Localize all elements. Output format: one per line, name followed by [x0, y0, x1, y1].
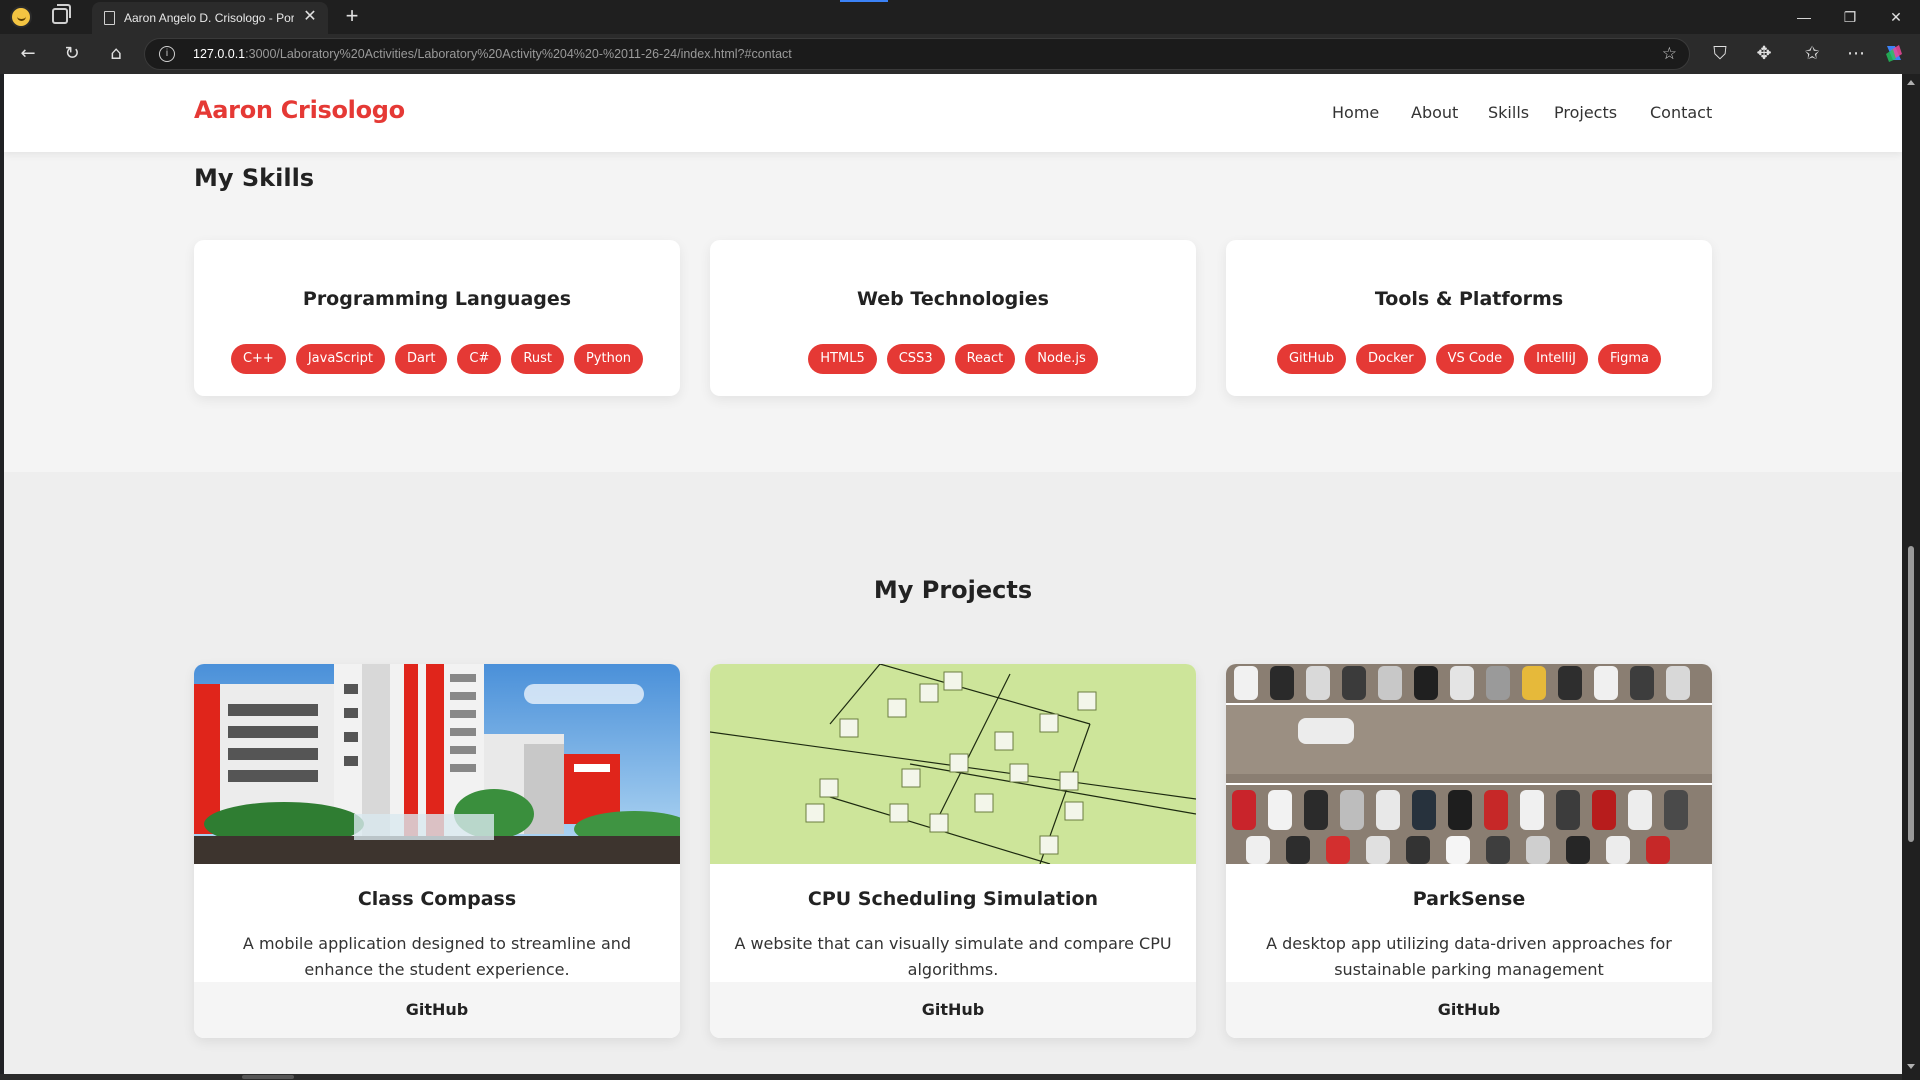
skills-heading: My Skills	[194, 164, 315, 192]
scroll-down-icon[interactable]	[1907, 1064, 1915, 1069]
restore-button[interactable]: ❐	[1834, 4, 1866, 30]
skill-card-title: Tools & Platforms	[1374, 288, 1564, 310]
skill-tag: JavaScript	[295, 344, 385, 374]
project-card-parksense: ParkSense A desktop app utilizing data-d…	[1226, 664, 1712, 1038]
info-icon[interactable]: i	[159, 46, 175, 62]
tab-title: Aaron Angelo D. Crisologo - Portfolio	[124, 11, 294, 25]
project-image-network	[710, 664, 1196, 864]
skill-tags: GitHub Docker VS Code IntelliJ Figma	[1226, 344, 1712, 374]
project-title: ParkSense	[1412, 888, 1526, 910]
minimize-button[interactable]: —	[1788, 4, 1820, 30]
skill-tag: IntelliJ	[1524, 344, 1588, 374]
url-text[interactable]: 127.0.0.1:3000/Laboratory%20Activities/L…	[193, 47, 792, 61]
tab-indicator	[840, 0, 888, 2]
browser-toolbar: ← ↻ ⌂ i 127.0.0.1:3000/Laboratory%20Acti…	[0, 34, 1920, 74]
browser-tab-bar: Aaron Angelo D. Crisologo - Portfolio ✕ …	[0, 0, 1920, 34]
skill-tag: Node.js	[1025, 344, 1098, 374]
skill-tag: Dart	[395, 344, 448, 374]
home-icon[interactable]: ⌂	[104, 42, 128, 66]
shield-icon[interactable]: ⛉	[1708, 42, 1732, 66]
skill-tag: CSS3	[886, 344, 945, 374]
skill-tag: React	[954, 344, 1016, 374]
extensions-icon[interactable]: ✥	[1752, 42, 1776, 66]
project-github-link[interactable]: GitHub	[1226, 982, 1712, 1038]
page-icon	[104, 11, 115, 25]
favorite-star-icon[interactable]: ☆	[1662, 44, 1677, 64]
page-scrollbar[interactable]	[1902, 74, 1920, 1080]
project-title: Class Compass	[357, 888, 517, 910]
project-image-campus	[194, 664, 680, 864]
site-nav: Home About Skills Projects Contact	[192, 103, 1902, 127]
browser-tab-active[interactable]: Aaron Angelo D. Crisologo - Portfolio ✕	[92, 2, 328, 34]
skill-tag: Docker	[1356, 344, 1426, 374]
page-viewport: My Skills Programming Languages C++ Java…	[4, 74, 1902, 1074]
new-tab-button[interactable]: +	[340, 5, 364, 29]
favorites-icon[interactable]: ✩	[1800, 42, 1824, 66]
skill-tag: HTML5	[808, 344, 877, 374]
copilot-icon[interactable]	[1882, 42, 1906, 66]
more-icon[interactable]: ⋯	[1844, 42, 1868, 66]
horizontal-scrollbar[interactable]	[0, 1074, 1902, 1080]
project-description: A website that can visually simulate and…	[734, 934, 1172, 979]
nav-link-contact[interactable]: Contact	[1650, 103, 1712, 122]
tab-close-button[interactable]: ✕	[300, 7, 320, 27]
skill-card-title: Programming Languages	[302, 288, 572, 310]
projects-section: My Projects Class Compass A mobile appli…	[4, 472, 1902, 1074]
skill-card-title: Web Technologies	[857, 288, 1049, 310]
site-header: Aaron Crisologo Home About Skills Projec…	[4, 74, 1902, 152]
skill-tag: VS Code	[1435, 344, 1515, 374]
refresh-icon[interactable]: ↻	[60, 42, 84, 66]
skill-card-web: Web Technologies HTML5 CSS3 React Node.j…	[710, 240, 1196, 396]
project-description: A desktop app utilizing data-driven appr…	[1266, 934, 1672, 979]
nav-link-about[interactable]: About	[1411, 103, 1458, 122]
skill-tag: C++	[230, 344, 286, 374]
project-image-parking	[1226, 664, 1712, 864]
skill-tag: C#	[457, 344, 502, 374]
skill-tags: HTML5 CSS3 React Node.js	[710, 344, 1196, 374]
skill-tag: Python	[573, 344, 644, 374]
close-window-button[interactable]: ✕	[1880, 4, 1912, 30]
projects-heading: My Projects	[873, 576, 1033, 604]
project-description: A mobile application designed to streaml…	[242, 934, 632, 979]
profile-avatar-icon[interactable]	[10, 6, 32, 28]
url-host: 127.0.0.1	[193, 47, 246, 61]
nav-link-home[interactable]: Home	[1332, 103, 1379, 122]
skill-tag: Figma	[1597, 344, 1662, 374]
nav-link-projects[interactable]: Projects	[1554, 103, 1617, 122]
back-arrow-icon[interactable]: ←	[16, 42, 40, 66]
url-path: :3000/Laboratory%20Activities/Laboratory…	[245, 47, 792, 61]
nav-link-skills[interactable]: Skills	[1488, 103, 1529, 122]
scrollbar-thumb[interactable]	[1908, 546, 1914, 842]
scroll-up-icon[interactable]	[1907, 80, 1915, 85]
skill-card-tools: Tools & Platforms GitHub Docker VS Code …	[1226, 240, 1712, 396]
address-bar[interactable]: i 127.0.0.1:3000/Laboratory%20Activities…	[144, 38, 1690, 70]
skill-card-programming: Programming Languages C++ JavaScript Dar…	[194, 240, 680, 396]
skill-tag: Rust	[511, 344, 564, 374]
project-card-cpu-scheduling: CPU Scheduling Simulation A website that…	[710, 664, 1196, 1038]
project-github-link[interactable]: GitHub	[194, 982, 680, 1038]
skill-tag: GitHub	[1276, 344, 1347, 374]
project-card-class-compass: Class Compass A mobile application desig…	[194, 664, 680, 1038]
collections-icon[interactable]	[52, 4, 71, 24]
project-github-link[interactable]: GitHub	[710, 982, 1196, 1038]
project-title: CPU Scheduling Simulation	[807, 888, 1099, 910]
skill-tags: C++ JavaScript Dart C# Rust Python	[194, 344, 680, 374]
